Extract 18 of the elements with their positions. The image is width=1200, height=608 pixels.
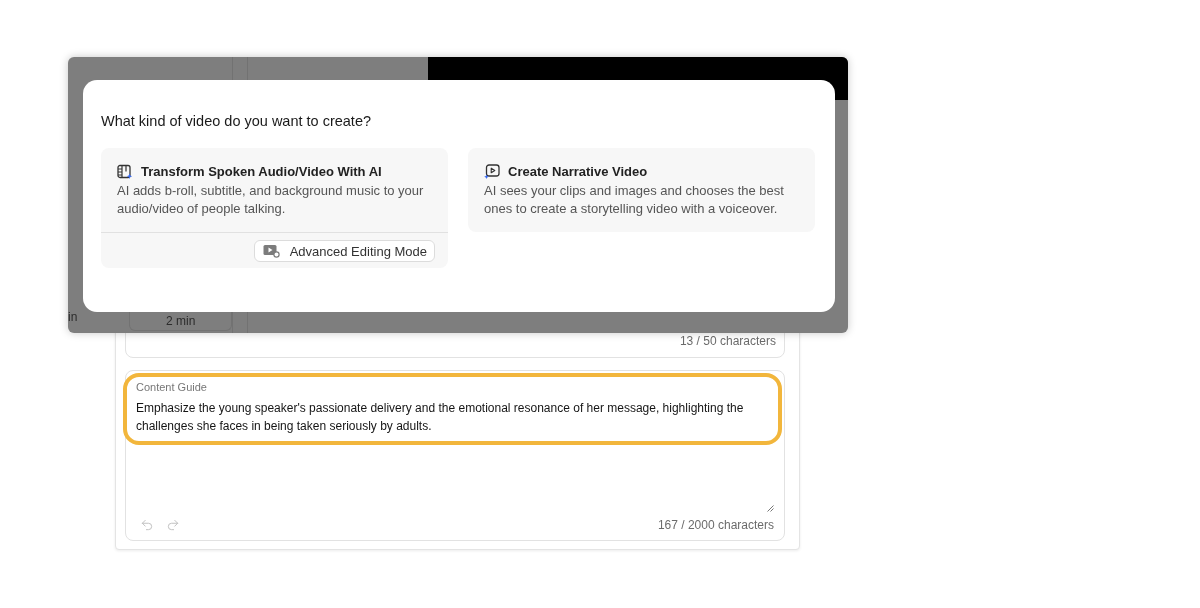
content-guide-field[interactable] xyxy=(125,370,785,541)
option-card[interactable]: Transform Spoken Audio/Video With AI AI adds b-roll, subtitle, and background music to your audio/video of people talking. Advanced Editing Mode xyxy=(101,148,448,268)
field-label: Content Guide xyxy=(136,380,208,394)
option-title: Create Narrative Video xyxy=(508,163,648,181)
film-sparkle-icon xyxy=(117,164,133,180)
play-sparkle-icon xyxy=(484,164,500,180)
dialog-title: What kind of video do you want to create? xyxy=(101,113,373,130)
text-fragment: in xyxy=(68,309,78,325)
character-counter: 167 / 2000 characters xyxy=(657,518,774,532)
resize-grip-icon[interactable] xyxy=(767,505,774,512)
character-counter: 13 / 50 characters xyxy=(679,334,776,348)
option-title: Transform Spoken Audio/Video With AI xyxy=(141,163,382,181)
advanced-editing-button[interactable]: Advanced Editing Mode xyxy=(253,240,435,262)
option-description: AI sees your clips and images and chooses the best ones to create a storytelling video with a voiceover. xyxy=(484,182,785,218)
option-card[interactable]: Create Narrative Video AI sees your clips and images and chooses the best ones to create a storytelling video with a voiceover. xyxy=(468,148,815,232)
option-description: AI adds b-roll, subtitle, and background music to your audio/video of people talking. xyxy=(117,182,425,218)
video-edit-icon xyxy=(262,244,280,258)
field-value: Emphasize the young speaker's passionate delivery and the emotional resonance of her message, highlighting the challenges she faces in being taken seriously by adults. xyxy=(136,400,745,435)
